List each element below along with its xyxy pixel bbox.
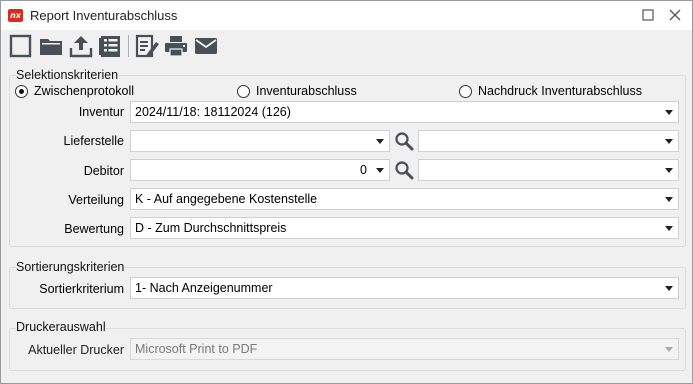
square-icon [642,9,654,21]
bewertung-label: Bewertung [64,222,124,236]
aktueller-drucker-select[interactable]: Microsoft Print to PDF [130,338,679,360]
chevron-down-icon [665,347,673,352]
export-upload-button[interactable] [68,33,94,59]
print-button[interactable] [163,33,189,59]
inventur-value: 2024/11/18: 18112024 (126) [135,105,291,119]
envelope-icon [195,38,217,54]
selection-criteria-title: Selektionskriterien [16,68,119,82]
new-document-button[interactable] [8,33,34,59]
radio-nachdruck-inventurabschluss[interactable]: Nachdruck Inventurabschluss [459,83,642,99]
debitor-label: Debitor [83,164,124,178]
edit-document-button[interactable] [134,33,160,59]
title-bar: nx Report Inventurabschluss [1,1,692,30]
chevron-down-icon [665,168,673,173]
radio-label: Zwischenprotokoll [34,84,135,98]
printer-selection-title: Druckerauswahl [16,320,106,334]
bewertung-value: D - Zum Durchschnittspreis [135,221,287,235]
list-icon [99,36,120,57]
lieferstelle-search-button[interactable] [393,130,415,152]
verteilung-label: Verteilung [68,193,124,207]
lieferstelle-description-select[interactable] [418,130,679,152]
aktueller-drucker-value: Microsoft Print to PDF [135,342,258,356]
chevron-down-icon [665,139,673,144]
folder-icon [40,39,62,55]
sort-criteria-title: Sortierungskriterien [16,260,125,274]
lieferstelle-select[interactable] [130,130,390,152]
verteilung-value: K - Auf angegebene Kostenstelle [135,192,318,206]
debitor-value: 0 [360,163,367,177]
close-icon [669,9,681,21]
search-icon [395,161,414,180]
radio-button[interactable] [237,84,250,98]
radio-button[interactable] [459,84,472,98]
chevron-down-icon [665,197,673,202]
sortierkriterium-select[interactable]: 1- Nach Anzeigenummer [130,277,679,299]
chevron-down-icon [665,226,673,231]
chevron-down-icon [376,139,384,144]
upload-icon [69,36,93,58]
window-title: Report Inventurabschluss [30,8,178,23]
toolbar [1,30,692,62]
debitor-search-button[interactable] [393,159,415,181]
email-button[interactable] [193,33,219,59]
verteilung-select[interactable]: K - Auf angegebene Kostenstelle [130,188,679,210]
sortierkriterium-value: 1- Nach Anzeigenummer [135,281,273,295]
chevron-down-icon [376,168,384,173]
maximize-button[interactable] [636,5,660,25]
radio-label: Nachdruck Inventurabschluss [478,84,642,98]
debitor-description-select[interactable] [418,159,679,181]
radio-zwischenprotokoll[interactable]: Zwischenprotokoll [15,83,134,99]
radio-button-checked[interactable] [15,84,28,98]
edit-icon [135,34,159,58]
open-folder-button[interactable] [38,33,64,59]
blank-page-icon [9,34,32,58]
toolbar-separator [128,35,129,57]
close-button[interactable] [663,5,687,25]
radio-inventurabschluss[interactable]: Inventurabschluss [237,83,357,99]
aktueller-drucker-label: Aktueller Drucker [28,343,124,357]
printer-icon [165,36,187,57]
app-logo-icon: nx [8,9,23,22]
inventur-label: Inventur [78,105,124,119]
radio-label: Inventurabschluss [256,84,357,98]
bewertung-select[interactable]: D - Zum Durchschnittspreis [130,217,679,239]
sortierkriterium-label: Sortierkriterium [39,282,124,296]
report-window: nx Report Inventurabschluss Selektionskr… [0,0,693,384]
lieferstelle-label: Lieferstelle [63,134,124,148]
list-report-button[interactable] [97,33,123,59]
inventur-select[interactable]: 2024/11/18: 18112024 (126) [130,101,679,123]
chevron-down-icon [665,110,673,115]
debitor-input[interactable]: 0 [130,159,390,181]
search-icon [395,132,414,151]
chevron-down-icon [665,286,673,291]
